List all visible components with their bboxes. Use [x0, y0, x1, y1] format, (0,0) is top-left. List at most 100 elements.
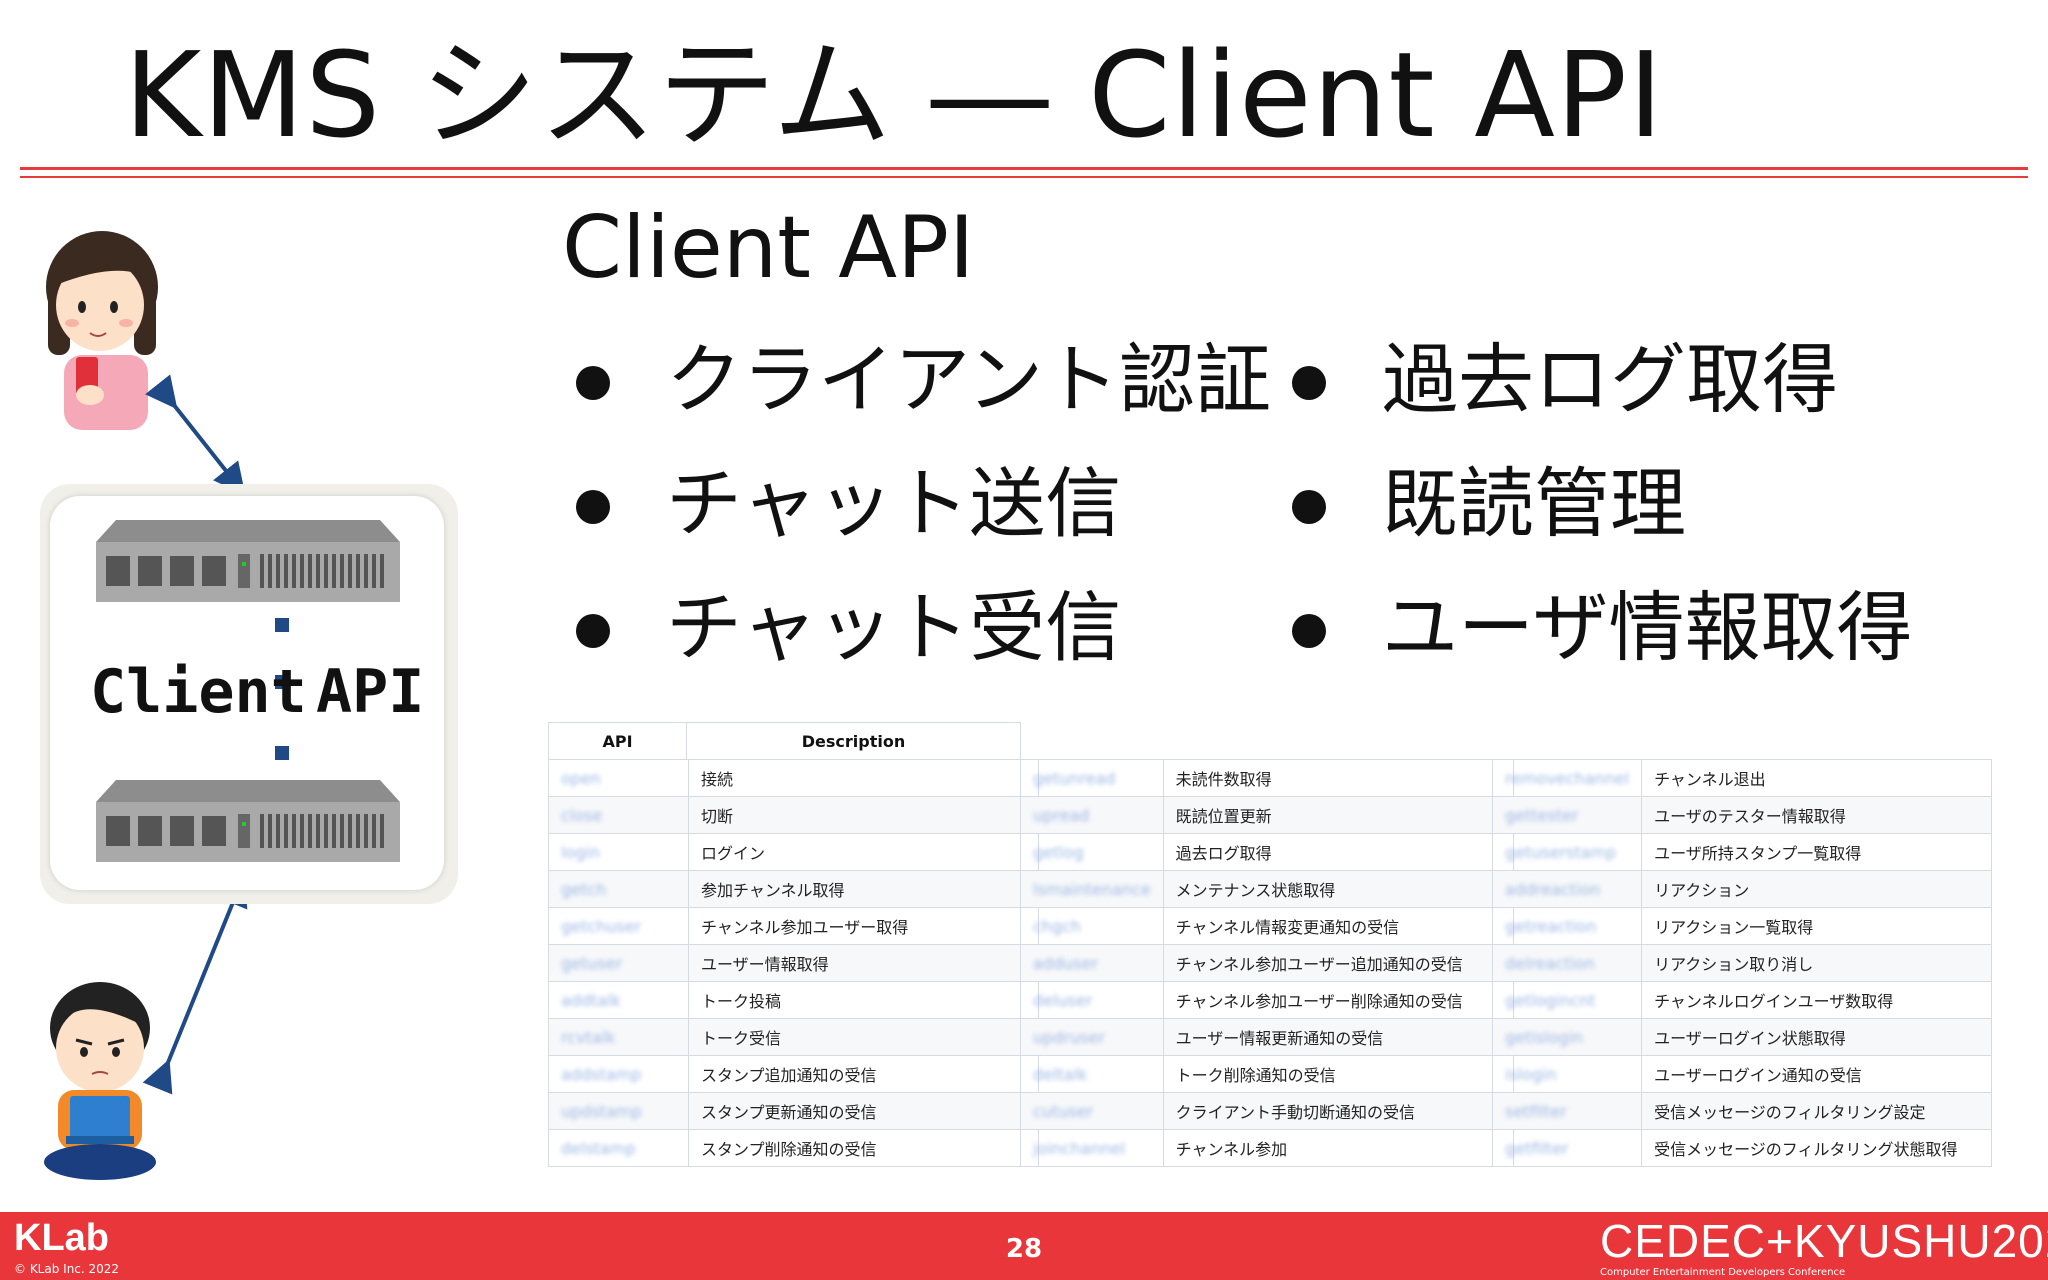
api-name: updstamp — [561, 1101, 642, 1121]
api-description: ユーザ所持スタンプ一覧取得 — [1641, 833, 1993, 871]
table-row: cutuser クライアント手動切断通知の受信 — [1020, 1092, 1514, 1130]
table-row: lsmaintenance メンテナンス状態取得 — [1020, 870, 1514, 908]
table-row: deluser チャンネル参加ユーザー削除通知の受信 — [1020, 981, 1514, 1019]
api-name: getfilter — [1505, 1138, 1569, 1158]
api-name-cell: addtalk — [548, 981, 689, 1019]
server-top-icon — [96, 520, 400, 602]
api-name: getlog — [1033, 842, 1084, 862]
api-name-cell: getch — [548, 870, 689, 908]
api-description: メンテナンス状態取得 — [1162, 870, 1514, 908]
api-name: addstamp — [561, 1064, 642, 1084]
api-label: API — [316, 657, 425, 727]
api-name-cell: lsmaintenance — [1020, 870, 1164, 908]
api-description: クライアント手動切断通知の受信 — [1162, 1092, 1514, 1130]
api-name: upread — [1033, 805, 1090, 825]
api-name: lsmaintenance — [1033, 879, 1151, 899]
api-name: removechannel — [1505, 768, 1630, 788]
api-description: ユーザー情報取得 — [688, 944, 1039, 982]
table-row: delstamp スタンプ削除通知の受信 — [548, 1129, 1039, 1167]
table-row: deltalk トーク削除通知の受信 — [1020, 1055, 1514, 1093]
api-name: gettester — [1505, 805, 1579, 825]
api-name: getreaction — [1505, 916, 1597, 936]
api-name-cell: getuser — [548, 944, 689, 982]
api-description: 切断 — [688, 796, 1039, 834]
api-description: 接続 — [688, 759, 1039, 797]
api-name: open — [561, 768, 601, 788]
api-name: login — [561, 842, 600, 862]
api-name-cell: removechannel — [1491, 759, 1643, 797]
api-table-group-2: getunread 未読件数取得 upread 既読位置更新 getlog 過去ログ取得 l… — [1020, 759, 1514, 1167]
api-description: チャンネル情報変更通知の受信 — [1162, 907, 1514, 945]
api-description: ユーザのテスター情報取得 — [1641, 796, 1993, 834]
api-name: addtalk — [561, 990, 621, 1010]
api-description: スタンプ追加通知の受信 — [688, 1055, 1039, 1093]
api-description: 参加チャンネル取得 — [688, 870, 1039, 908]
api-name-cell: chgch — [1020, 907, 1164, 945]
connector-dash — [275, 618, 289, 632]
api-name: rcvtalk — [561, 1027, 616, 1047]
table-row: login ログイン — [548, 833, 1039, 871]
api-name: deltalk — [1033, 1064, 1088, 1084]
api-name-cell: updruser — [1020, 1018, 1164, 1056]
api-description: ログイン — [688, 833, 1039, 871]
api-name-cell: upread — [1020, 796, 1164, 834]
api-description: チャンネル退出 — [1641, 759, 1993, 797]
api-name: joinchannel — [1033, 1138, 1126, 1158]
api-name-cell: cutuser — [1020, 1092, 1164, 1130]
api-name-cell: deltalk — [1020, 1055, 1164, 1093]
api-name: getuserstamp — [1505, 842, 1617, 862]
api-description: トーク受信 — [688, 1018, 1039, 1056]
table-row: getislogin ユーザーログイン状態取得 — [1491, 1018, 1993, 1056]
api-name-cell: setfilter — [1491, 1092, 1643, 1130]
api-name: cutuser — [1033, 1101, 1094, 1121]
api-name-cell: getreaction — [1491, 907, 1643, 945]
api-name: islogin — [1505, 1064, 1557, 1084]
table-row: delreaction リアクション取り消し — [1491, 944, 1993, 982]
boy-user-illustration — [44, 982, 156, 1180]
api-name: setfilter — [1505, 1101, 1567, 1121]
api-name-cell: islogin — [1491, 1055, 1643, 1093]
table-row: adduser チャンネル参加ユーザー追加通知の受信 — [1020, 944, 1514, 982]
api-description: ユーザーログイン通知の受信 — [1641, 1055, 1993, 1093]
table-row: joinchannel チャンネル参加 — [1020, 1129, 1514, 1167]
api-description: スタンプ更新通知の受信 — [688, 1092, 1039, 1130]
api-description: トーク削除通知の受信 — [1162, 1055, 1514, 1093]
api-description: ユーザーログイン状態取得 — [1641, 1018, 1993, 1056]
api-name: close — [561, 805, 603, 825]
api-description: ユーザー情報更新通知の受信 — [1162, 1018, 1514, 1056]
api-description: リアクション取り消し — [1641, 944, 1993, 982]
api-column-header: API — [548, 722, 687, 760]
api-description: リアクション — [1641, 870, 1993, 908]
api-name: getuser — [561, 953, 623, 973]
table-row: close 切断 — [548, 796, 1039, 834]
table-row: setfilter 受信メッセージのフィルタリング設定 — [1491, 1092, 1993, 1130]
api-name-cell: getlogincnt — [1491, 981, 1643, 1019]
table-row: chgch チャンネル情報変更通知の受信 — [1020, 907, 1514, 945]
api-name-cell: updstamp — [548, 1092, 689, 1130]
api-name-cell: getfilter — [1491, 1129, 1643, 1167]
table-row: updstamp スタンプ更新通知の受信 — [548, 1092, 1039, 1130]
table-row: open 接続 — [548, 759, 1039, 797]
api-name-cell: delreaction — [1491, 944, 1643, 982]
table-row: upread 既読位置更新 — [1020, 796, 1514, 834]
api-description: 既読位置更新 — [1162, 796, 1514, 834]
description-column-header: Description — [686, 722, 1021, 760]
api-name-cell: getuserstamp — [1491, 833, 1643, 871]
api-name: addreaction — [1505, 879, 1601, 899]
api-name: getunread — [1033, 768, 1116, 788]
api-name-cell: getlog — [1020, 833, 1164, 871]
api-table-group-1: open 接続 close 切断 login ログイン getch 参加チャンネル取得 getc… — [548, 759, 1039, 1167]
api-name-cell: rcvtalk — [548, 1018, 689, 1056]
api-name: delstamp — [561, 1138, 636, 1158]
table-row: removechannel チャンネル退出 — [1491, 759, 1993, 797]
table-row: addstamp スタンプ追加通知の受信 — [548, 1055, 1039, 1093]
api-description: 受信メッセージのフィルタリング設定 — [1641, 1092, 1993, 1130]
table-row: rcvtalk トーク受信 — [548, 1018, 1039, 1056]
table-row: updruser ユーザー情報更新通知の受信 — [1020, 1018, 1514, 1056]
connector-dash — [275, 746, 289, 760]
api-name-cell: adduser — [1020, 944, 1164, 982]
table-row: getch 参加チャンネル取得 — [548, 870, 1039, 908]
table-row: islogin ユーザーログイン通知の受信 — [1491, 1055, 1993, 1093]
api-name-cell: gettester — [1491, 796, 1643, 834]
api-name-cell: open — [548, 759, 689, 797]
